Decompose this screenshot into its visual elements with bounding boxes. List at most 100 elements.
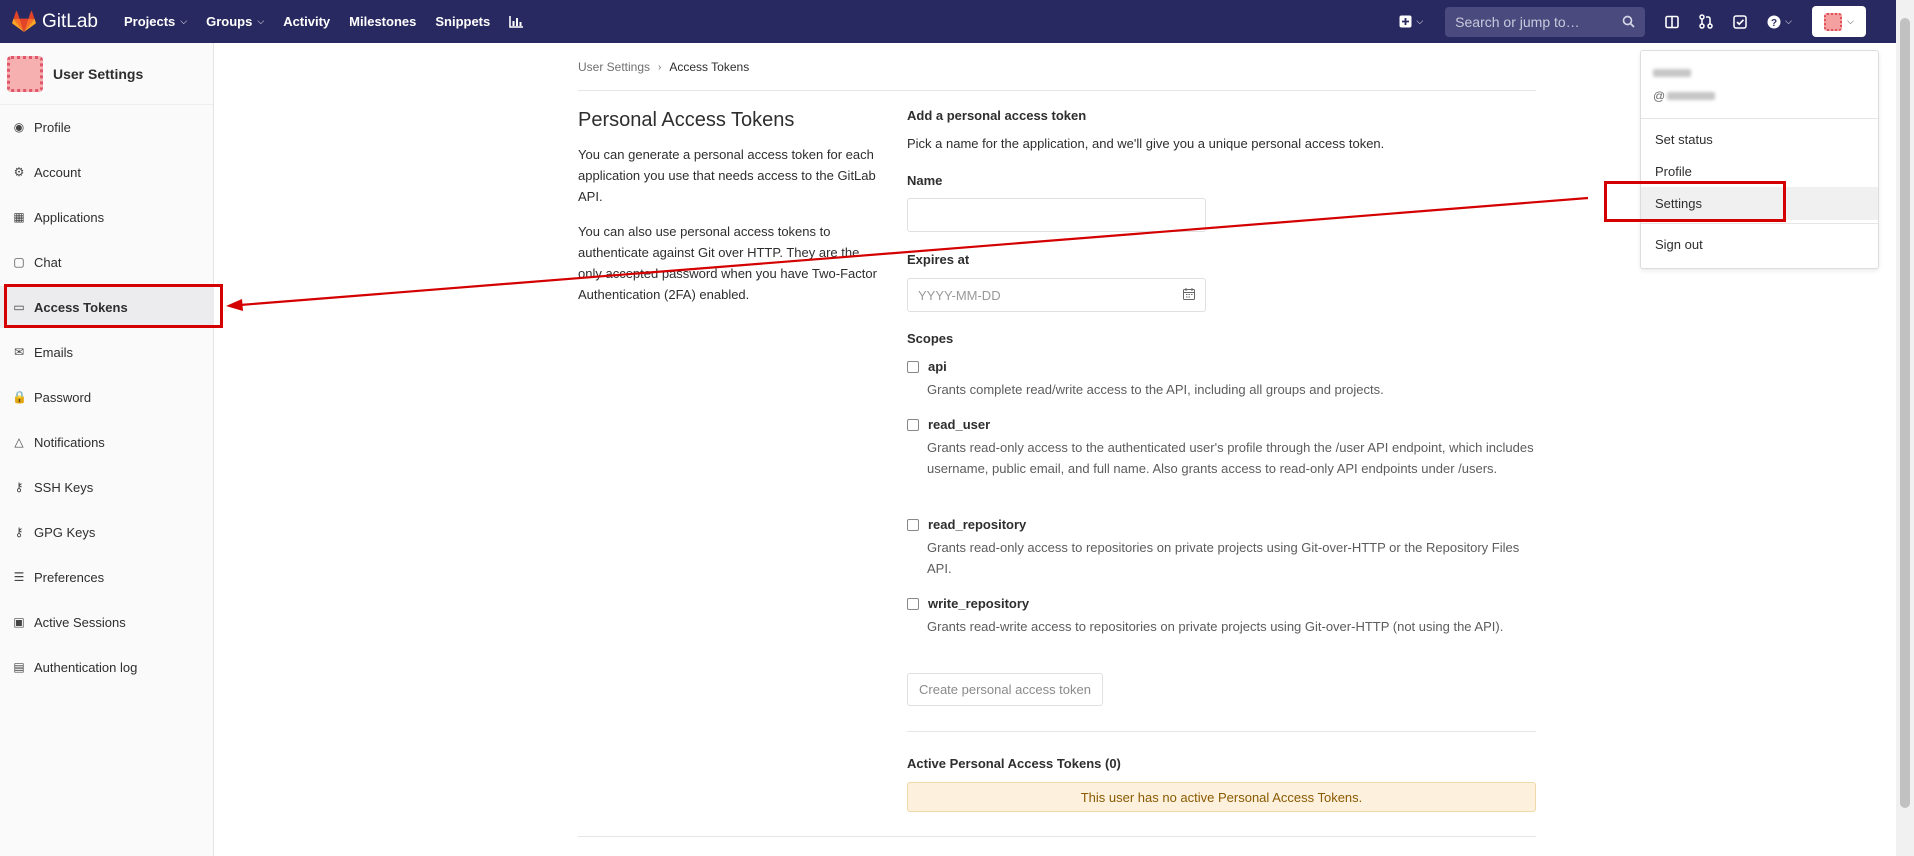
sidebar-item-gpg-keys[interactable]: ⚷ GPG Keys (0, 511, 214, 553)
chevron-down-icon: ⌵ (1785, 16, 1792, 26)
sidebar-item-label: Profile (34, 119, 71, 135)
breadcrumb: User Settings › Access Tokens (578, 60, 749, 74)
sidebar-item-label: SSH Keys (34, 479, 94, 495)
divider (907, 731, 1536, 732)
chevron-down-icon: ⌵ (180, 16, 188, 26)
nav-snippets-label: Snippets (435, 14, 491, 29)
search-icon (1622, 15, 1635, 28)
plus-icon[interactable]: ⌵ (1399, 15, 1423, 28)
scope-write-repository: write_repository Grants read-write acces… (907, 596, 1547, 637)
breadcrumb-parent[interactable]: User Settings (578, 60, 650, 74)
expires-label: Expires at (907, 252, 970, 267)
nav-activity[interactable]: Activity (283, 14, 330, 29)
dropdown-user-info[interactable]: @ (1653, 69, 1716, 103)
scope-name[interactable]: read_repository (928, 517, 1026, 532)
chart-icon[interactable] (509, 15, 524, 28)
handle-prefix: @ (1653, 89, 1666, 103)
sidebar-item-notifications[interactable]: △ Notifications (0, 421, 214, 463)
sidebar-item-password[interactable]: 🔒 Password (0, 376, 214, 418)
tanuki-icon (12, 10, 36, 32)
sidebar-item-label: Emails (34, 344, 74, 360)
expires-date-input[interactable]: YYYY-MM-DD (907, 278, 1206, 312)
divider (1641, 223, 1878, 224)
sidebar-header[interactable]: User Settings (0, 43, 213, 105)
name-label: Name (907, 173, 943, 188)
create-token-button[interactable]: Create personal access token (907, 673, 1103, 706)
nav-snippets[interactable]: Snippets (435, 14, 490, 29)
sidebar-item-preferences[interactable]: ☰ Preferences (0, 556, 214, 598)
scope-read-user-checkbox[interactable] (907, 418, 919, 431)
top-navbar: GitLab Projects ⌵ Groups ⌵ Activity Milest… (0, 0, 1896, 43)
sidebar-item-emails[interactable]: ✉ Emails (0, 331, 214, 373)
nav-groups[interactable]: Groups ⌵ (206, 14, 264, 29)
help-icon[interactable]: ? ⌵ (1767, 15, 1792, 29)
sidebar-item-ssh-keys[interactable]: ⚷ SSH Keys (0, 466, 214, 508)
menu-item-set-status[interactable]: Set status (1641, 123, 1878, 156)
scope-description: Grants read-write access to repositories… (927, 619, 1504, 634)
scopes-label: Scopes (907, 331, 954, 346)
profile-icon: ◉ (13, 120, 25, 134)
sidebar-item-label: Applications (34, 209, 105, 225)
scrollbar-thumb[interactable] (1900, 18, 1910, 808)
sidebar-item-active-sessions[interactable]: ▣ Active Sessions (0, 601, 214, 643)
scope-read-user: read_user Grants read-only access to the… (907, 417, 1547, 479)
nav-activity-label: Activity (283, 14, 331, 29)
chevron-down-icon: ⌵ (1416, 16, 1424, 26)
sidebar-item-label: Preferences (34, 569, 105, 585)
sidebar-title: User Settings (53, 65, 144, 82)
avatar (7, 55, 43, 92)
vertical-scrollbar[interactable] (1896, 0, 1914, 856)
scope-description: Grants complete read/write access to the… (927, 382, 1384, 397)
chat-icon: ▢ (13, 255, 25, 269)
sidebar-item-label: Active Sessions (34, 614, 126, 630)
sidebar-item-label: Account (34, 164, 81, 180)
breadcrumb-current[interactable]: Access Tokens (669, 60, 749, 74)
account-icon: ⚙ (13, 165, 25, 179)
svg-text:?: ? (1771, 17, 1777, 28)
intro-paragraph-1: You can generate a personal access token… (578, 147, 876, 204)
sidebar-item-account[interactable]: ⚙ Account (0, 151, 214, 193)
preferences-icon: ☰ (13, 570, 25, 584)
scope-read-repository: read_repository Grants read-only access … (907, 517, 1547, 579)
gpg-keys-icon: ⚷ (14, 525, 24, 539)
sidebar-item-applications[interactable]: ▦ Applications (0, 196, 214, 238)
sidebar-item-label: Notifications (34, 434, 105, 450)
divider (578, 836, 1536, 837)
active-tokens-title: Active Personal Access Tokens (0) (907, 756, 1121, 771)
nav-groups-label: Groups (206, 14, 253, 29)
search-placeholder: Search or jump to… (1455, 13, 1580, 30)
scope-read-repository-checkbox[interactable] (907, 518, 919, 531)
expires-placeholder: YYYY-MM-DD (918, 287, 1001, 303)
active-sessions-icon: ▣ (13, 615, 25, 629)
intro-paragraph-2: You can also use personal access tokens … (578, 224, 877, 302)
menu-item-sign-out[interactable]: Sign out (1641, 228, 1878, 261)
name-input[interactable] (907, 198, 1206, 232)
blurred-username (1653, 69, 1691, 77)
form-heading: Add a personal access token (907, 108, 1087, 123)
scope-name[interactable]: api (928, 359, 947, 374)
nav-milestones[interactable]: Milestones (349, 14, 416, 29)
gitlab-logo[interactable]: GitLab (12, 10, 98, 33)
ssh-keys-icon: ⚷ (14, 480, 24, 494)
sidebar-item-label: Chat (34, 254, 62, 270)
sidebar-item-authentication-log[interactable]: ▤ Authentication log (0, 646, 214, 688)
merge-request-icon[interactable] (1699, 14, 1713, 29)
todo-icon[interactable] (1733, 14, 1747, 29)
nav-projects[interactable]: Projects ⌵ (124, 14, 187, 29)
scope-name[interactable]: write_repository (928, 596, 1029, 611)
chevron-down-icon: ⌵ (257, 16, 265, 26)
annotation-highlight-access-tokens (4, 284, 223, 328)
scope-write-repository-checkbox[interactable] (907, 597, 919, 610)
search-input[interactable]: Search or jump to… (1445, 6, 1646, 37)
chevron-right-icon: › (658, 61, 662, 73)
sidebar-icon[interactable] (1665, 15, 1679, 29)
calendar-icon[interactable] (1183, 287, 1195, 303)
sidebar-item-chat[interactable]: ▢ Chat (0, 241, 214, 283)
scope-api-checkbox[interactable] (907, 360, 919, 373)
nav-projects-label: Projects (123, 14, 176, 29)
scope-name[interactable]: read_user (928, 417, 990, 432)
user-menu-button[interactable]: ⌵ (1812, 6, 1866, 37)
sidebar-item-profile[interactable]: ◉ Profile (0, 106, 214, 148)
notifications-icon: △ (14, 435, 24, 449)
scope-api: api Grants complete read/write access to… (907, 359, 1547, 400)
